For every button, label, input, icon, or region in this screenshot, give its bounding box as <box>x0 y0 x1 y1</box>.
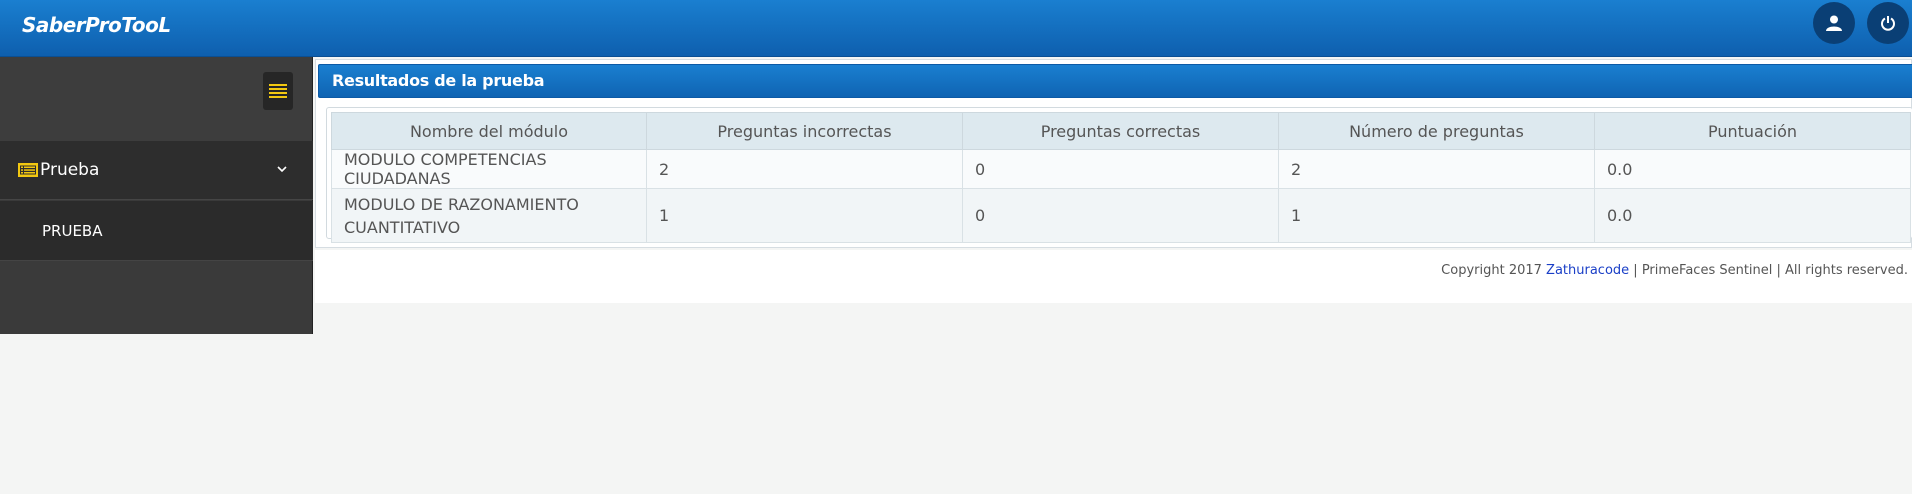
sidebar: Prueba PRUEBA <box>0 57 313 334</box>
table-cell: MODULO DE RAZONAMIENTO CUANTITATIVO <box>331 188 647 243</box>
table-cell: MODULO COMPETENCIAS CIUDADANAS <box>331 149 647 189</box>
table-cell: 2 <box>1277 149 1595 189</box>
results-panel: Resultados de la prueba Nombre del módul… <box>315 59 1912 248</box>
column-header[interactable]: Preguntas correctas <box>961 112 1279 150</box>
table-cell: 1 <box>1277 188 1595 243</box>
table-cell: 0.0 <box>1593 149 1912 189</box>
table-cell: 0.0 <box>1593 188 1912 243</box>
table-cell: 0 <box>961 188 1279 243</box>
sidebar-subitem-label: PRUEBA <box>42 221 103 240</box>
results-table-container: Nombre del módulo Preguntas incorrectas … <box>326 107 1912 243</box>
results-table: Nombre del módulo Preguntas incorrectas … <box>331 112 1912 243</box>
app-logo[interactable]: SaberProTooL <box>22 13 171 37</box>
top-bar: SaberProTooL <box>0 0 1912 57</box>
list-icon <box>18 163 38 177</box>
user-icon <box>1826 15 1842 31</box>
menu-toggle-button[interactable] <box>263 72 293 110</box>
logout-button[interactable] <box>1867 2 1909 44</box>
table-header-row: Nombre del módulo Preguntas incorrectas … <box>331 112 1912 150</box>
table-cell: 1 <box>645 188 963 243</box>
power-icon <box>1881 16 1895 31</box>
panel-title: Resultados de la prueba <box>318 64 1912 98</box>
table-cell: 2 <box>645 149 963 189</box>
column-header[interactable]: Número de preguntas <box>1277 112 1595 150</box>
table-row[interactable]: MODULO COMPETENCIAS CIUDADANAS 2 0 2 0.0 <box>331 149 1912 189</box>
menu-lines-icon <box>269 84 287 98</box>
sidebar-item-label: Prueba <box>40 160 100 180</box>
footer-copyright: Copyright 2017 Zathuracode | PrimeFaces … <box>1441 263 1908 278</box>
column-header[interactable]: Nombre del módulo <box>331 112 647 150</box>
sidebar-subitem-prueba[interactable]: PRUEBA <box>0 201 313 261</box>
column-header[interactable]: Puntuación <box>1593 112 1912 150</box>
footer: Copyright 2017 Zathuracode | PrimeFaces … <box>315 250 1912 303</box>
zathuracode-link[interactable]: Zathuracode <box>1546 263 1629 278</box>
table-row[interactable]: MODULO DE RAZONAMIENTO CUANTITATIVO 1 0 … <box>331 188 1912 243</box>
table-cell: 0 <box>961 149 1279 189</box>
chevron-down-icon <box>277 166 287 173</box>
user-profile-button[interactable] <box>1813 2 1855 44</box>
column-header[interactable]: Preguntas incorrectas <box>645 112 963 150</box>
sidebar-header <box>0 57 312 141</box>
footer-suffix: | PrimeFaces Sentinel | All rights reser… <box>1629 263 1908 278</box>
footer-prefix: Copyright 2017 <box>1441 263 1547 278</box>
sidebar-item-prueba[interactable]: Prueba <box>0 141 313 200</box>
